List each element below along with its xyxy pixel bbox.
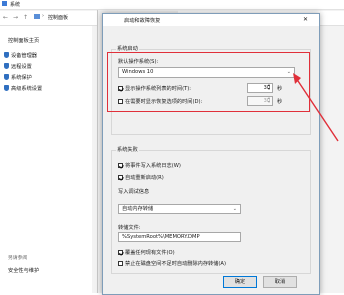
- annotation-arrow-line: [295, 77, 339, 142]
- annotation-arrow: [293, 73, 339, 142]
- annotation-arrow-head: [293, 73, 301, 84]
